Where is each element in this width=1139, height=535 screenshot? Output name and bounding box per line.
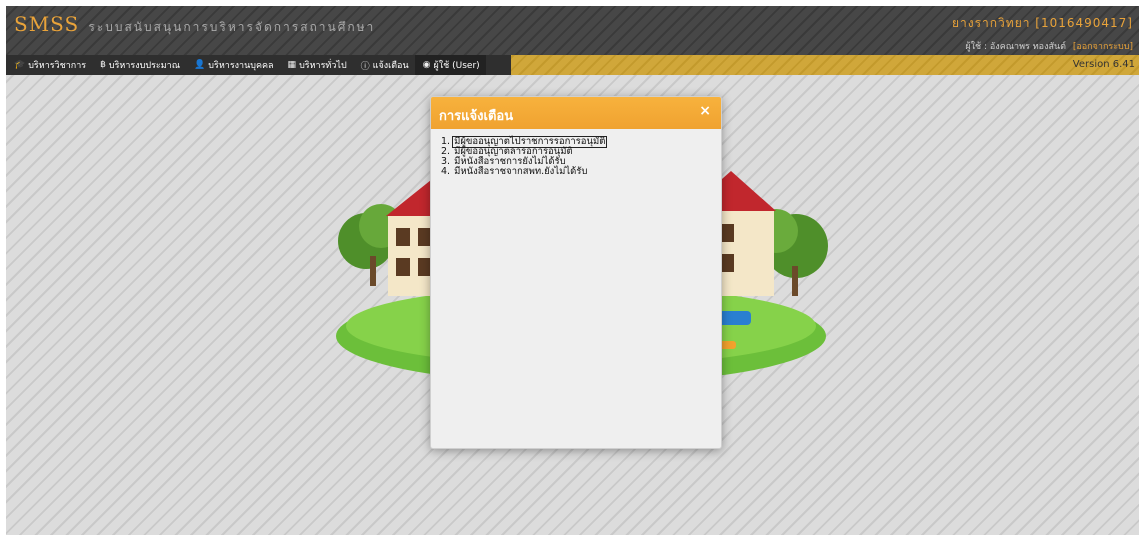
- menu-personnel[interactable]: 👤 บริหารงานบุคคล: [186, 55, 279, 75]
- menu-label: ผู้ใช้ (User): [433, 61, 480, 71]
- menu-bar: 🎓 บริหารวิชาการ ฿ บริหารงบประมาณ 👤 บริหา…: [6, 55, 1139, 75]
- menu-label: บริหารทั่วไป: [299, 61, 347, 71]
- menu-academic[interactable]: 🎓 บริหารวิชาการ: [6, 55, 92, 75]
- menu-label: บริหารวิชาการ: [28, 61, 87, 71]
- user-circle-icon: ◉: [422, 60, 431, 70]
- modal-title: การแจ้งเตือน: [439, 109, 514, 124]
- close-icon[interactable]: ×: [699, 103, 711, 119]
- info-icon: ⓘ: [360, 61, 370, 72]
- notification-modal: การแจ้งเตือน × 1. มีผู้ขออนุญาตไปราชการร…: [430, 96, 722, 449]
- graduation-cap-icon: 🎓: [14, 60, 26, 70]
- alert-link-office-docs[interactable]: มีหนังสือราชจากสพท.ยังไม่ได้รับ: [453, 167, 588, 177]
- brand-fullname: ระบบสนับสนุนการบริหารจัดการสถานศึกษา: [88, 20, 376, 34]
- version-label: Version 6.41: [1072, 59, 1135, 70]
- brand-abbr: SMSS: [14, 12, 80, 36]
- menu-user[interactable]: ◉ ผู้ใช้ (User): [414, 55, 486, 75]
- brand: SMSS ระบบสนับสนุนการบริหารจัดการสถานศึกษ…: [14, 12, 375, 37]
- baht-icon: ฿: [100, 60, 106, 70]
- logout-link[interactable]: [ออกจากระบบ]: [1073, 42, 1133, 52]
- menu-label: บริหารงานบุคคล: [208, 61, 274, 71]
- main-menu: 🎓 บริหารวิชาการ ฿ บริหารงบประมาณ 👤 บริหา…: [6, 55, 511, 75]
- app-window: SMSS ระบบสนับสนุนการบริหารจัดการสถานศึกษ…: [6, 6, 1139, 535]
- alert-list: 1. มีผู้ขออนุญาตไปราชการรอการอนุมัติ 2. …: [441, 136, 711, 177]
- alert-number: 4.: [441, 166, 451, 177]
- user-icon: 👤: [194, 60, 206, 70]
- grid-icon: ▦: [287, 60, 297, 70]
- top-header: SMSS ระบบสนับสนุนการบริหารจัดการสถานศึกษ…: [6, 6, 1139, 55]
- menu-budget[interactable]: ฿ บริหารงบประมาณ: [92, 55, 186, 75]
- menu-label: แจ้งเตือน: [372, 61, 409, 71]
- menu-notifications[interactable]: ⓘ แจ้งเตือน: [353, 55, 415, 75]
- modal-header: การแจ้งเตือน ×: [431, 97, 721, 129]
- modal-body: 1. มีผู้ขออนุญาตไปราชการรอการอนุมัติ 2. …: [431, 129, 721, 185]
- menu-general[interactable]: ▦ บริหารทั่วไป: [280, 55, 353, 75]
- school-name: ยางรากวิทยา [1016490417]: [951, 16, 1133, 30]
- user-name: ผู้ใช้ : อังคณาพร ทองสันต์: [965, 42, 1066, 52]
- menu-label: บริหารงบประมาณ: [108, 61, 181, 71]
- user-info: ผู้ใช้ : อังคณาพร ทองสันต์ [ออกจากระบบ]: [965, 39, 1133, 53]
- list-item: 4. มีหนังสือราชจากสพท.ยังไม่ได้รับ: [441, 167, 711, 177]
